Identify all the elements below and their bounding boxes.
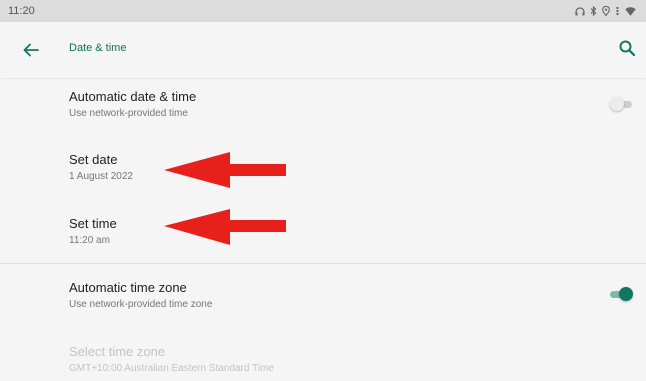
setting-summary: GMT+10:00 Australian Eastern Standard Ti… [69, 363, 274, 374]
annotation-arrow-set-date [164, 152, 286, 188]
search-icon[interactable] [618, 39, 636, 57]
status-icons [575, 6, 636, 16]
arrow-shape [164, 152, 286, 188]
switch-thumb [619, 287, 633, 301]
automatic-time-zone-switch[interactable] [610, 287, 634, 301]
section-divider [0, 263, 646, 264]
page-title: Date & time [69, 42, 127, 54]
bluetooth-icon [590, 6, 597, 16]
setting-set-time[interactable]: Set time 11:20 am [0, 216, 646, 248]
setting-summary: Use network-provided time zone [69, 299, 213, 310]
setting-automatic-time-zone[interactable]: Automatic time zone Use network-provided… [0, 280, 646, 312]
setting-summary: 1 August 2022 [69, 171, 133, 182]
automatic-date-time-switch[interactable] [610, 97, 634, 111]
setting-summary: 11:20 am [69, 235, 110, 246]
setting-summary: Use network-provided time [69, 108, 188, 119]
setting-automatic-date-time[interactable]: Automatic date & time Use network-provid… [0, 89, 646, 121]
headphones-icon [575, 6, 585, 15]
setting-title: Automatic date & time [69, 89, 197, 104]
annotation-arrow-set-time [164, 209, 286, 245]
setting-title: Automatic time zone [69, 280, 187, 295]
arrow-back-icon[interactable] [22, 41, 40, 59]
wifi-icon [625, 6, 636, 16]
setting-title: Select time zone [69, 344, 166, 359]
status-bar: 11:20 [0, 0, 646, 22]
signal-icon [616, 7, 619, 15]
app-bar: Date & time [0, 22, 646, 78]
location-icon [602, 6, 610, 16]
setting-set-date[interactable]: Set date 1 August 2022 [0, 152, 646, 184]
setting-title: Set time [69, 216, 117, 231]
arrow-shape [164, 209, 286, 245]
status-time: 11:20 [8, 5, 35, 17]
switch-thumb [610, 97, 624, 111]
setting-select-time-zone: Select time zone GMT+10:00 Australian Ea… [0, 344, 646, 376]
setting-title: Set date [69, 152, 118, 167]
